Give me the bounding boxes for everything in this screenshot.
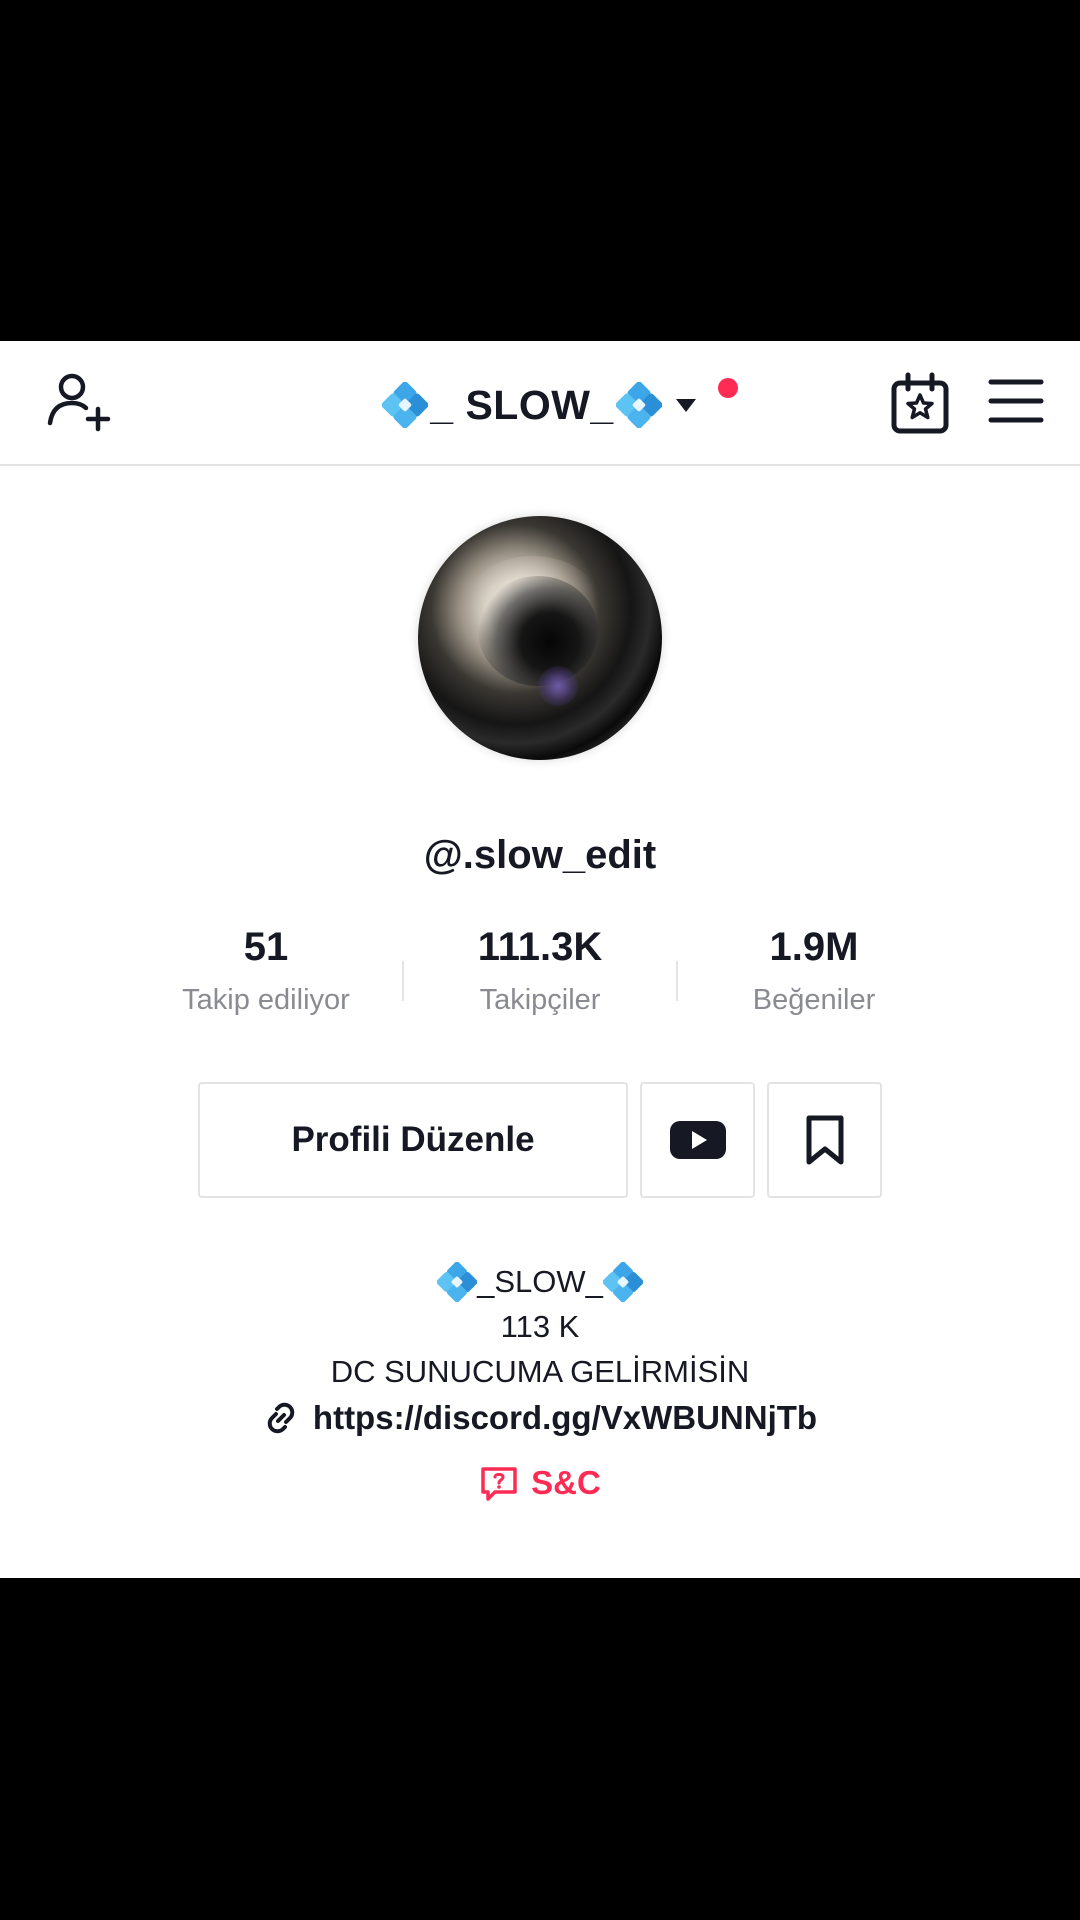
profile-bio: _SLOW_ 113 K DC SUNUCUMA GELİRMİSİN — [0, 1259, 1080, 1394]
followers-count: 111.3K — [477, 925, 603, 969]
profile-sheet: _ SLOW_ @.slow_edit 51 Takip ediliyor 11… — [0, 341, 1080, 1578]
blue-diamond-icon — [615, 382, 662, 428]
blue-diamond-icon — [437, 1261, 478, 1302]
notification-dot — [717, 377, 738, 398]
following-label: Takip ediliyor — [182, 984, 350, 1016]
following-stat[interactable]: 51 Takip ediliyor — [126, 924, 406, 1017]
youtube-icon — [669, 1121, 726, 1159]
likes-stat[interactable]: 1.9M Beğeniler — [674, 924, 954, 1017]
caret-down-icon[interactable] — [674, 395, 698, 415]
youtube-button[interactable] — [640, 1082, 755, 1198]
blue-diamond-icon — [382, 382, 429, 428]
avatar[interactable] — [418, 516, 662, 760]
bio-line-2: 113 K — [500, 1309, 580, 1344]
qa-link[interactable]: S&C — [0, 1459, 1080, 1507]
question-bubble-icon — [481, 1467, 517, 1501]
menu-icon[interactable] — [988, 376, 1044, 426]
bottom-black-bar — [0, 1578, 1080, 1920]
profile-link-text: https://discord.gg/VxWBUNNjTb — [312, 1399, 818, 1436]
likes-count: 1.9M — [769, 925, 859, 969]
followers-label: Takipçiler — [479, 984, 601, 1016]
bookmark-icon — [806, 1115, 843, 1165]
stat-divider — [402, 961, 404, 1001]
qa-label: S&C — [531, 1464, 601, 1501]
link-icon — [267, 1402, 295, 1434]
bio-name-line: _SLOW_ — [0, 1259, 1080, 1304]
bio-name: _SLOW_ — [477, 1264, 603, 1299]
followers-stat[interactable]: 111.3K Takipçiler — [400, 924, 680, 1017]
edit-profile-button[interactable]: Profili Düzenle — [198, 1082, 628, 1198]
profile-header: _ SLOW_ — [0, 341, 1080, 466]
bio-line-3: DC SUNUCUMA GELİRMİSİN — [330, 1354, 750, 1389]
blue-diamond-icon — [602, 1261, 643, 1302]
calendar-star-icon[interactable] — [890, 371, 950, 437]
stat-divider — [676, 961, 678, 1001]
bookmarks-button[interactable] — [767, 1082, 882, 1198]
following-count: 51 — [243, 925, 289, 969]
likes-label: Beğeniler — [752, 984, 876, 1016]
account-title: _ SLOW_ — [430, 381, 614, 428]
top-black-bar — [0, 0, 1080, 341]
profile-stats: 51 Takip ediliyor 111.3K Takipçiler 1.9M… — [0, 924, 1080, 1044]
profile-username: @.slow_edit — [423, 833, 657, 877]
profile-link[interactable]: https://discord.gg/VxWBUNNjTb — [0, 1393, 1080, 1443]
